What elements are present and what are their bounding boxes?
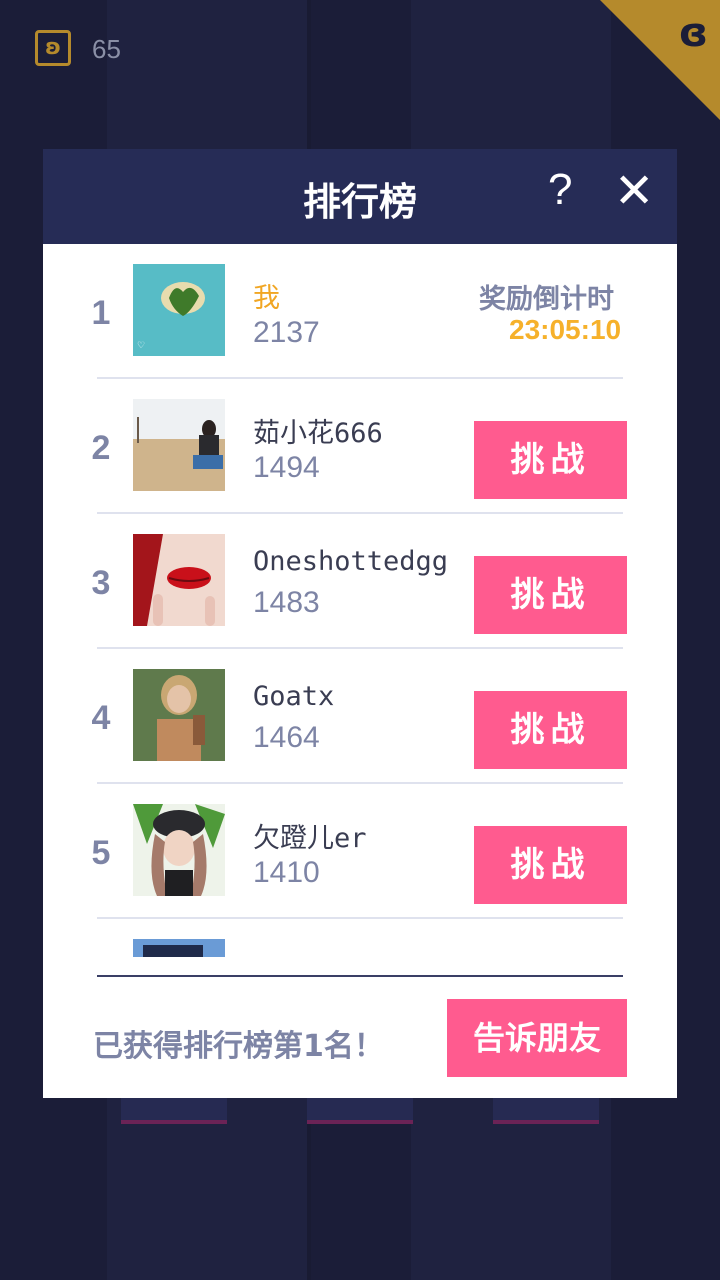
- rank-number: 1: [91, 294, 111, 332]
- leaderboard-row: [43, 919, 677, 957]
- rank-number: 5: [91, 834, 111, 872]
- leaderboard-row: 1 ♡ 我 2137 奖励倒计时 23:05:10: [43, 244, 677, 379]
- player-name: Oneshottedgg: [253, 546, 449, 577]
- leaderboard-row: 3 Oneshottedgg 1483 挑战: [43, 514, 677, 649]
- player-name: 欠蹬儿er: [253, 823, 367, 854]
- challenge-button[interactable]: 挑战: [474, 421, 627, 499]
- rank-number: 3: [91, 564, 111, 602]
- challenge-button[interactable]: 挑战: [474, 691, 627, 769]
- avatar: [133, 399, 225, 491]
- dragon-coin-icon: ʚ: [35, 30, 71, 66]
- rank-number: 2: [91, 429, 111, 467]
- share-button[interactable]: 告诉朋友: [447, 999, 627, 1077]
- leaderboard-row: 2 茹小花666 1494 挑战: [43, 379, 677, 514]
- leaderboard-row: 5 欠蹬儿er 1410 挑战: [43, 784, 677, 919]
- footer-message: 已获得排行榜第1名！: [93, 1029, 384, 1064]
- modal-title: 排行榜: [302, 180, 417, 224]
- rank-number: 4: [91, 699, 111, 737]
- avatar: [133, 939, 225, 957]
- avatar: [133, 669, 225, 761]
- help-button[interactable]: ?: [548, 165, 572, 215]
- avatar: [133, 534, 225, 626]
- player-score: 1410: [253, 856, 320, 889]
- dragon-icon[interactable]: ɞ: [679, 10, 708, 56]
- player-score: 2137: [253, 316, 320, 349]
- close-button[interactable]: ✕: [614, 163, 654, 219]
- leaderboard-list[interactable]: 1 ♡ 我 2137 奖励倒计时 23:05:10 2 茹小花666 1494 …: [43, 244, 677, 957]
- countdown-timer: 23:05:10: [509, 314, 622, 345]
- svg-text:♡: ♡: [137, 340, 145, 350]
- challenge-button[interactable]: 挑战: [474, 826, 627, 904]
- avatar: ♡: [133, 264, 225, 356]
- coin-count: 65: [92, 34, 121, 64]
- leaderboard-row: 4 Goatx 1464 挑战: [43, 649, 677, 784]
- player-score: 1483: [253, 586, 320, 619]
- avatar: [133, 804, 225, 896]
- countdown-label: 奖励倒计时: [479, 284, 614, 315]
- modal-header: 排行榜 ? ✕: [43, 149, 677, 244]
- challenge-button[interactable]: 挑战: [474, 556, 627, 634]
- footer-divider: [97, 975, 623, 977]
- player-name: Goatx: [253, 681, 335, 712]
- player-name: 茹小花666: [253, 418, 383, 449]
- player-score: 1494: [253, 451, 320, 484]
- bottom-tab[interactable]: [307, 1098, 413, 1124]
- bottom-tab[interactable]: [121, 1098, 227, 1124]
- player-score: 1464: [253, 721, 320, 754]
- bottom-tab[interactable]: [493, 1098, 599, 1124]
- player-name: 我: [253, 283, 280, 314]
- leaderboard-modal: 排行榜 ? ✕ 1 ♡ 我 2137 奖励倒计时 23:05:10 2 茹小花6…: [43, 149, 677, 1098]
